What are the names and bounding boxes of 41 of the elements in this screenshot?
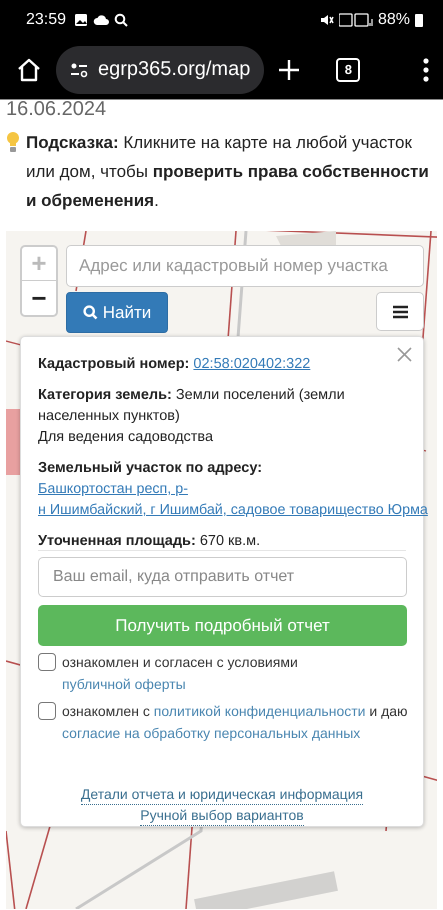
search-field[interactable]: Адрес или кадастровый номер участка <box>66 245 424 287</box>
cloud-icon <box>93 14 110 26</box>
footer-link[interactable]: Детали отчета и юридическая информация <box>80 784 364 805</box>
email-field[interactable]: Ваш email, куда отправить отчет <box>38 557 407 597</box>
address-link[interactable]: Башкортостан респ, р- <box>38 479 188 500</box>
footer-link[interactable]: Ручной выбор вариантов <box>140 805 304 826</box>
battery-icon <box>415 13 423 27</box>
consent-text: ознакомлен с политикой конфиденциальности и даю согласие на обработку персональных данных <box>62 702 409 743</box>
hint-text: Подсказка: Кликните на карте на любой участок или дом, чтобы проверить права собственности и обременения. <box>26 132 430 212</box>
plus-icon <box>278 58 300 80</box>
report-button[interactable]: Получить подробный отчет <box>38 605 407 646</box>
consent-link[interactable]: согласие на обработку персональных данных <box>62 725 360 741</box>
lightbulb-icon <box>6 131 20 153</box>
search-icon <box>82 305 98 320</box>
address-bar[interactable]: egrp365.org/map <box>56 46 264 94</box>
menu-icon <box>392 304 408 318</box>
menu-button[interactable] <box>376 292 424 331</box>
address-link[interactable]: н Ишимбайский, г Ишимбай, садовое товарищество Юрма <box>38 500 428 521</box>
clock: 23:59 <box>26 11 66 29</box>
checkbox[interactable] <box>38 702 56 720</box>
field-text: Для ведения садоводства <box>38 428 214 447</box>
tab-count-button[interactable]: 8 <box>336 58 360 82</box>
home-icon <box>16 56 42 82</box>
checkbox[interactable] <box>38 653 56 671</box>
battery-level: 88% <box>378 11 410 29</box>
field-text: Уточненная площадь: 670 кв.м. <box>38 533 260 549</box>
field-label: Земельный участок по адресу: <box>38 460 262 476</box>
cadastral-number-link[interactable]: 02:58:020402:322 <box>193 356 310 372</box>
date-text: 16.06.2024 <box>6 100 108 114</box>
consent-link[interactable]: политикой конфиденциальности <box>154 703 366 719</box>
mute-icon <box>320 14 334 26</box>
find-button[interactable]: Найти <box>66 292 168 333</box>
network-icon <box>338 13 373 27</box>
field-text: Категория земель: Земли поселений (земли населенных пунктов) <box>38 387 345 424</box>
more-icon <box>423 58 429 82</box>
search-icon <box>114 13 128 27</box>
consent-link[interactable]: публичной оферты <box>62 676 186 692</box>
tune-icon <box>70 62 88 78</box>
image-icon <box>74 13 88 27</box>
field-label: Кадастровый номер: <box>38 356 190 372</box>
close-icon[interactable] <box>397 347 412 362</box>
